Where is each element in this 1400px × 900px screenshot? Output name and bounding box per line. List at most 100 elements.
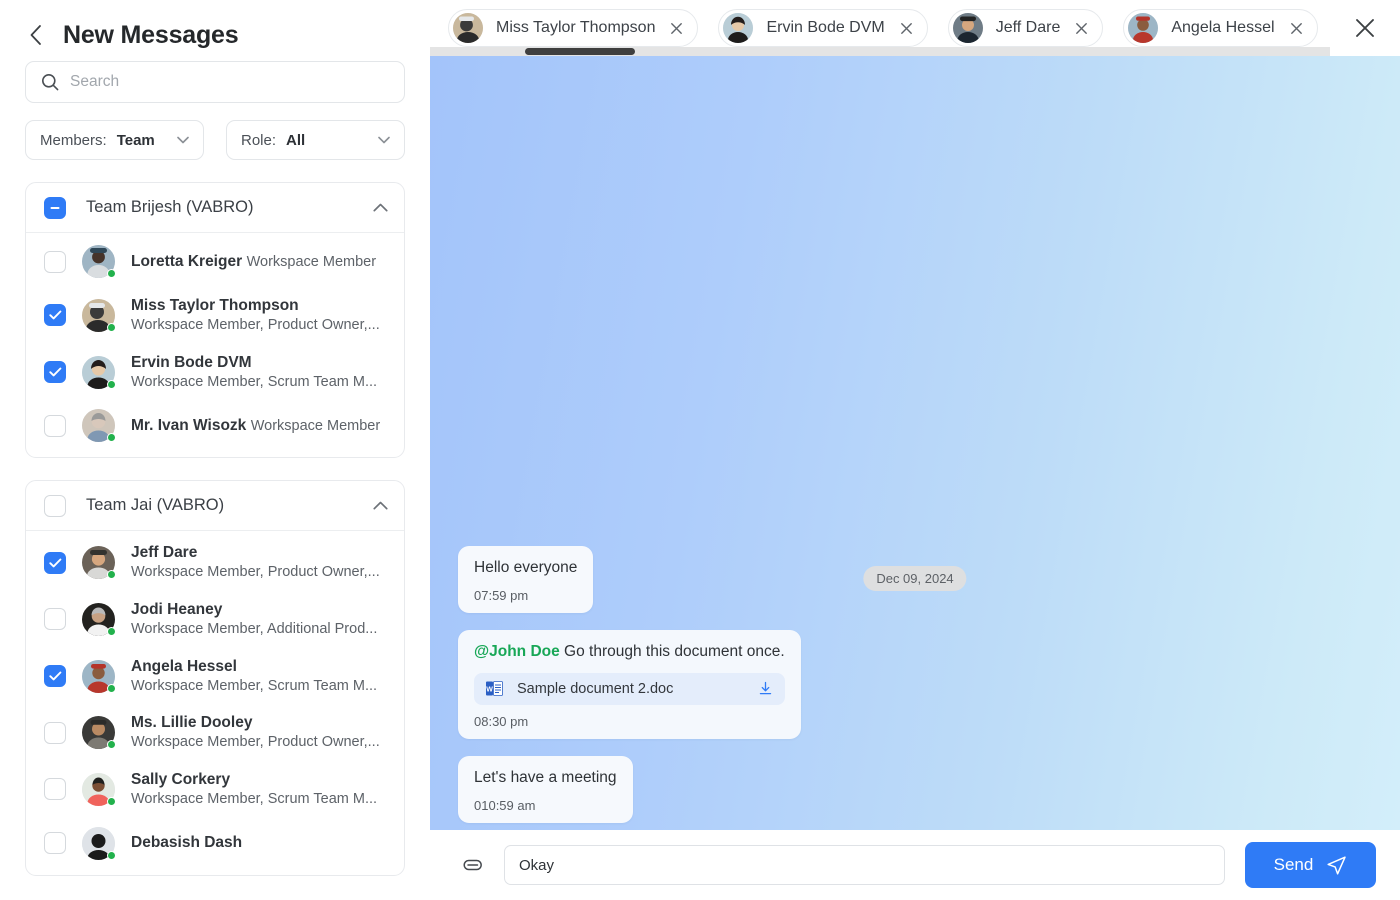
recipient-chip[interactable]: Ervin Bode DVM [718, 9, 927, 47]
message-bubble: Hello everyone 07:59 pm [458, 546, 593, 613]
member-role: Workspace Member, Additional Prod... [131, 621, 377, 637]
search-icon [41, 73, 59, 91]
member-select-checkbox[interactable] [44, 832, 66, 854]
avatar [82, 716, 115, 749]
team-members-list: Jeff Dare Workspace Member, Product Owne… [26, 531, 404, 874]
avatar [1128, 13, 1158, 43]
member-select-checkbox[interactable] [44, 552, 66, 574]
recipient-chip[interactable]: Jeff Dare [948, 9, 1104, 47]
online-status-dot [107, 684, 116, 693]
role-filter-dropdown[interactable]: Role: All [226, 120, 405, 160]
avatar [82, 603, 115, 636]
member-name: Ms. Lillie Dooley [131, 714, 252, 731]
download-icon[interactable] [758, 681, 773, 696]
member-name: Miss Taylor Thompson [131, 297, 299, 314]
list-item[interactable]: Loretta Kreiger Workspace Member [26, 236, 404, 287]
search-input[interactable] [70, 62, 389, 102]
member-name: Mr. Ivan Wisozk [131, 417, 246, 434]
word-document-icon: W [486, 680, 503, 697]
recipient-chip[interactable]: Angela Hessel [1123, 9, 1317, 47]
chevron-down-icon [177, 136, 189, 144]
list-item[interactable]: Ervin Bode DVM Workspace Member, Scrum T… [26, 344, 404, 401]
members-filter-value: Team [117, 132, 155, 149]
avatar [453, 13, 483, 43]
members-filter-label: Members: [40, 132, 107, 149]
message-time: 08:30 pm [474, 714, 785, 729]
attachment-card[interactable]: W Sample document 2.doc [474, 673, 785, 705]
team-select-checkbox[interactable] [44, 495, 66, 517]
close-icon[interactable] [1075, 22, 1088, 35]
message-text: @John Doe Go through this document once. [474, 642, 785, 663]
message-time: 07:59 pm [474, 588, 577, 603]
list-item[interactable]: Miss Taylor Thompson Workspace Member, P… [26, 287, 404, 344]
members-sidebar: New Messages Members: Team Role: Al [0, 0, 430, 900]
paperclip-icon[interactable] [462, 854, 484, 876]
team-group-title: Team Brijesh (VABRO) [86, 198, 253, 217]
send-button[interactable]: Send [1245, 842, 1376, 888]
close-panel-button[interactable] [1330, 0, 1400, 56]
online-status-dot [107, 740, 116, 749]
message-composer: Send [430, 830, 1400, 900]
chevron-up-icon[interactable] [373, 501, 388, 510]
recipient-chip-name: Jeff Dare [996, 19, 1061, 37]
team-group-jai: Team Jai (VABRO) [25, 480, 405, 875]
message-list: Hello everyone 07:59 pm @John Doe Go thr… [458, 546, 801, 823]
list-item[interactable]: Angela Hessel Workspace Member, Scrum Te… [26, 648, 404, 705]
member-select-checkbox[interactable] [44, 251, 66, 273]
close-icon[interactable] [900, 22, 913, 35]
member-role: Workspace Member, Product Owner,... [131, 317, 380, 333]
team-members-list: Loretta Kreiger Workspace Member [26, 233, 404, 457]
online-status-dot [107, 380, 116, 389]
avatar [82, 827, 115, 860]
chevron-up-icon[interactable] [373, 203, 388, 212]
chevron-down-icon [378, 136, 390, 144]
member-role: Workspace Member, Scrum Team M... [131, 374, 377, 390]
member-name: Sally Corkery [131, 771, 230, 788]
member-select-checkbox[interactable] [44, 722, 66, 744]
avatar [82, 299, 115, 332]
team-group-header[interactable]: Team Brijesh (VABRO) [26, 183, 404, 233]
team-group-header[interactable]: Team Jai (VABRO) [26, 481, 404, 531]
online-status-dot [107, 851, 116, 860]
online-status-dot [107, 797, 116, 806]
members-filter-dropdown[interactable]: Members: Team [25, 120, 204, 160]
member-select-checkbox[interactable] [44, 361, 66, 383]
list-item[interactable]: Jeff Dare Workspace Member, Product Owne… [26, 534, 404, 591]
new-messages-modal: New Messages Members: Team Role: Al [0, 0, 1400, 900]
mention-tag[interactable]: @John Doe [474, 643, 560, 660]
team-group-title: Team Jai (VABRO) [86, 496, 224, 515]
member-select-checkbox[interactable] [44, 778, 66, 800]
messages-area[interactable]: Dec 09, 2024 Hello everyone 07:59 pm @Jo… [430, 56, 1400, 830]
list-item[interactable]: Debasish Dash [26, 818, 404, 869]
member-name: Ervin Bode DVM [131, 354, 252, 371]
list-item[interactable]: Mr. Ivan Wisozk Workspace Member [26, 400, 404, 451]
close-icon[interactable] [670, 22, 683, 35]
recipient-chip[interactable]: Miss Taylor Thompson [448, 9, 698, 47]
member-select-checkbox[interactable] [44, 665, 66, 687]
search-input-wrapper[interactable] [25, 61, 405, 103]
member-role: Workspace Member, Scrum Team M... [131, 791, 377, 807]
list-item[interactable]: Jodi Heaney Workspace Member, Additional… [26, 591, 404, 648]
recipient-chips-bar: Miss Taylor Thompson Ervin Bode DVM [430, 0, 1400, 56]
scrollbar-thumb[interactable] [525, 48, 635, 55]
list-item[interactable]: Ms. Lillie Dooley Workspace Member, Prod… [26, 704, 404, 761]
member-select-checkbox[interactable] [44, 415, 66, 437]
member-role: Workspace Member [251, 418, 380, 434]
member-name: Angela Hessel [131, 658, 237, 675]
close-icon[interactable] [1290, 22, 1303, 35]
member-select-checkbox[interactable] [44, 608, 66, 630]
chevron-left-icon[interactable] [25, 22, 45, 48]
team-select-checkbox[interactable] [44, 197, 66, 219]
date-separator: Dec 09, 2024 [863, 566, 966, 591]
attachment-filename: Sample document 2.doc [517, 681, 673, 697]
avatar [82, 773, 115, 806]
avatar [82, 356, 115, 389]
recipient-chip-name: Miss Taylor Thompson [496, 19, 655, 37]
member-role: Workspace Member, Product Owner,... [131, 564, 380, 580]
member-select-checkbox[interactable] [44, 304, 66, 326]
filters-row: Members: Team Role: All [25, 120, 405, 160]
list-item[interactable]: Sally Corkery Workspace Member, Scrum Te… [26, 761, 404, 818]
send-plane-icon [1326, 855, 1347, 876]
horizontal-scrollbar[interactable] [430, 47, 1332, 56]
message-input[interactable] [504, 845, 1225, 885]
